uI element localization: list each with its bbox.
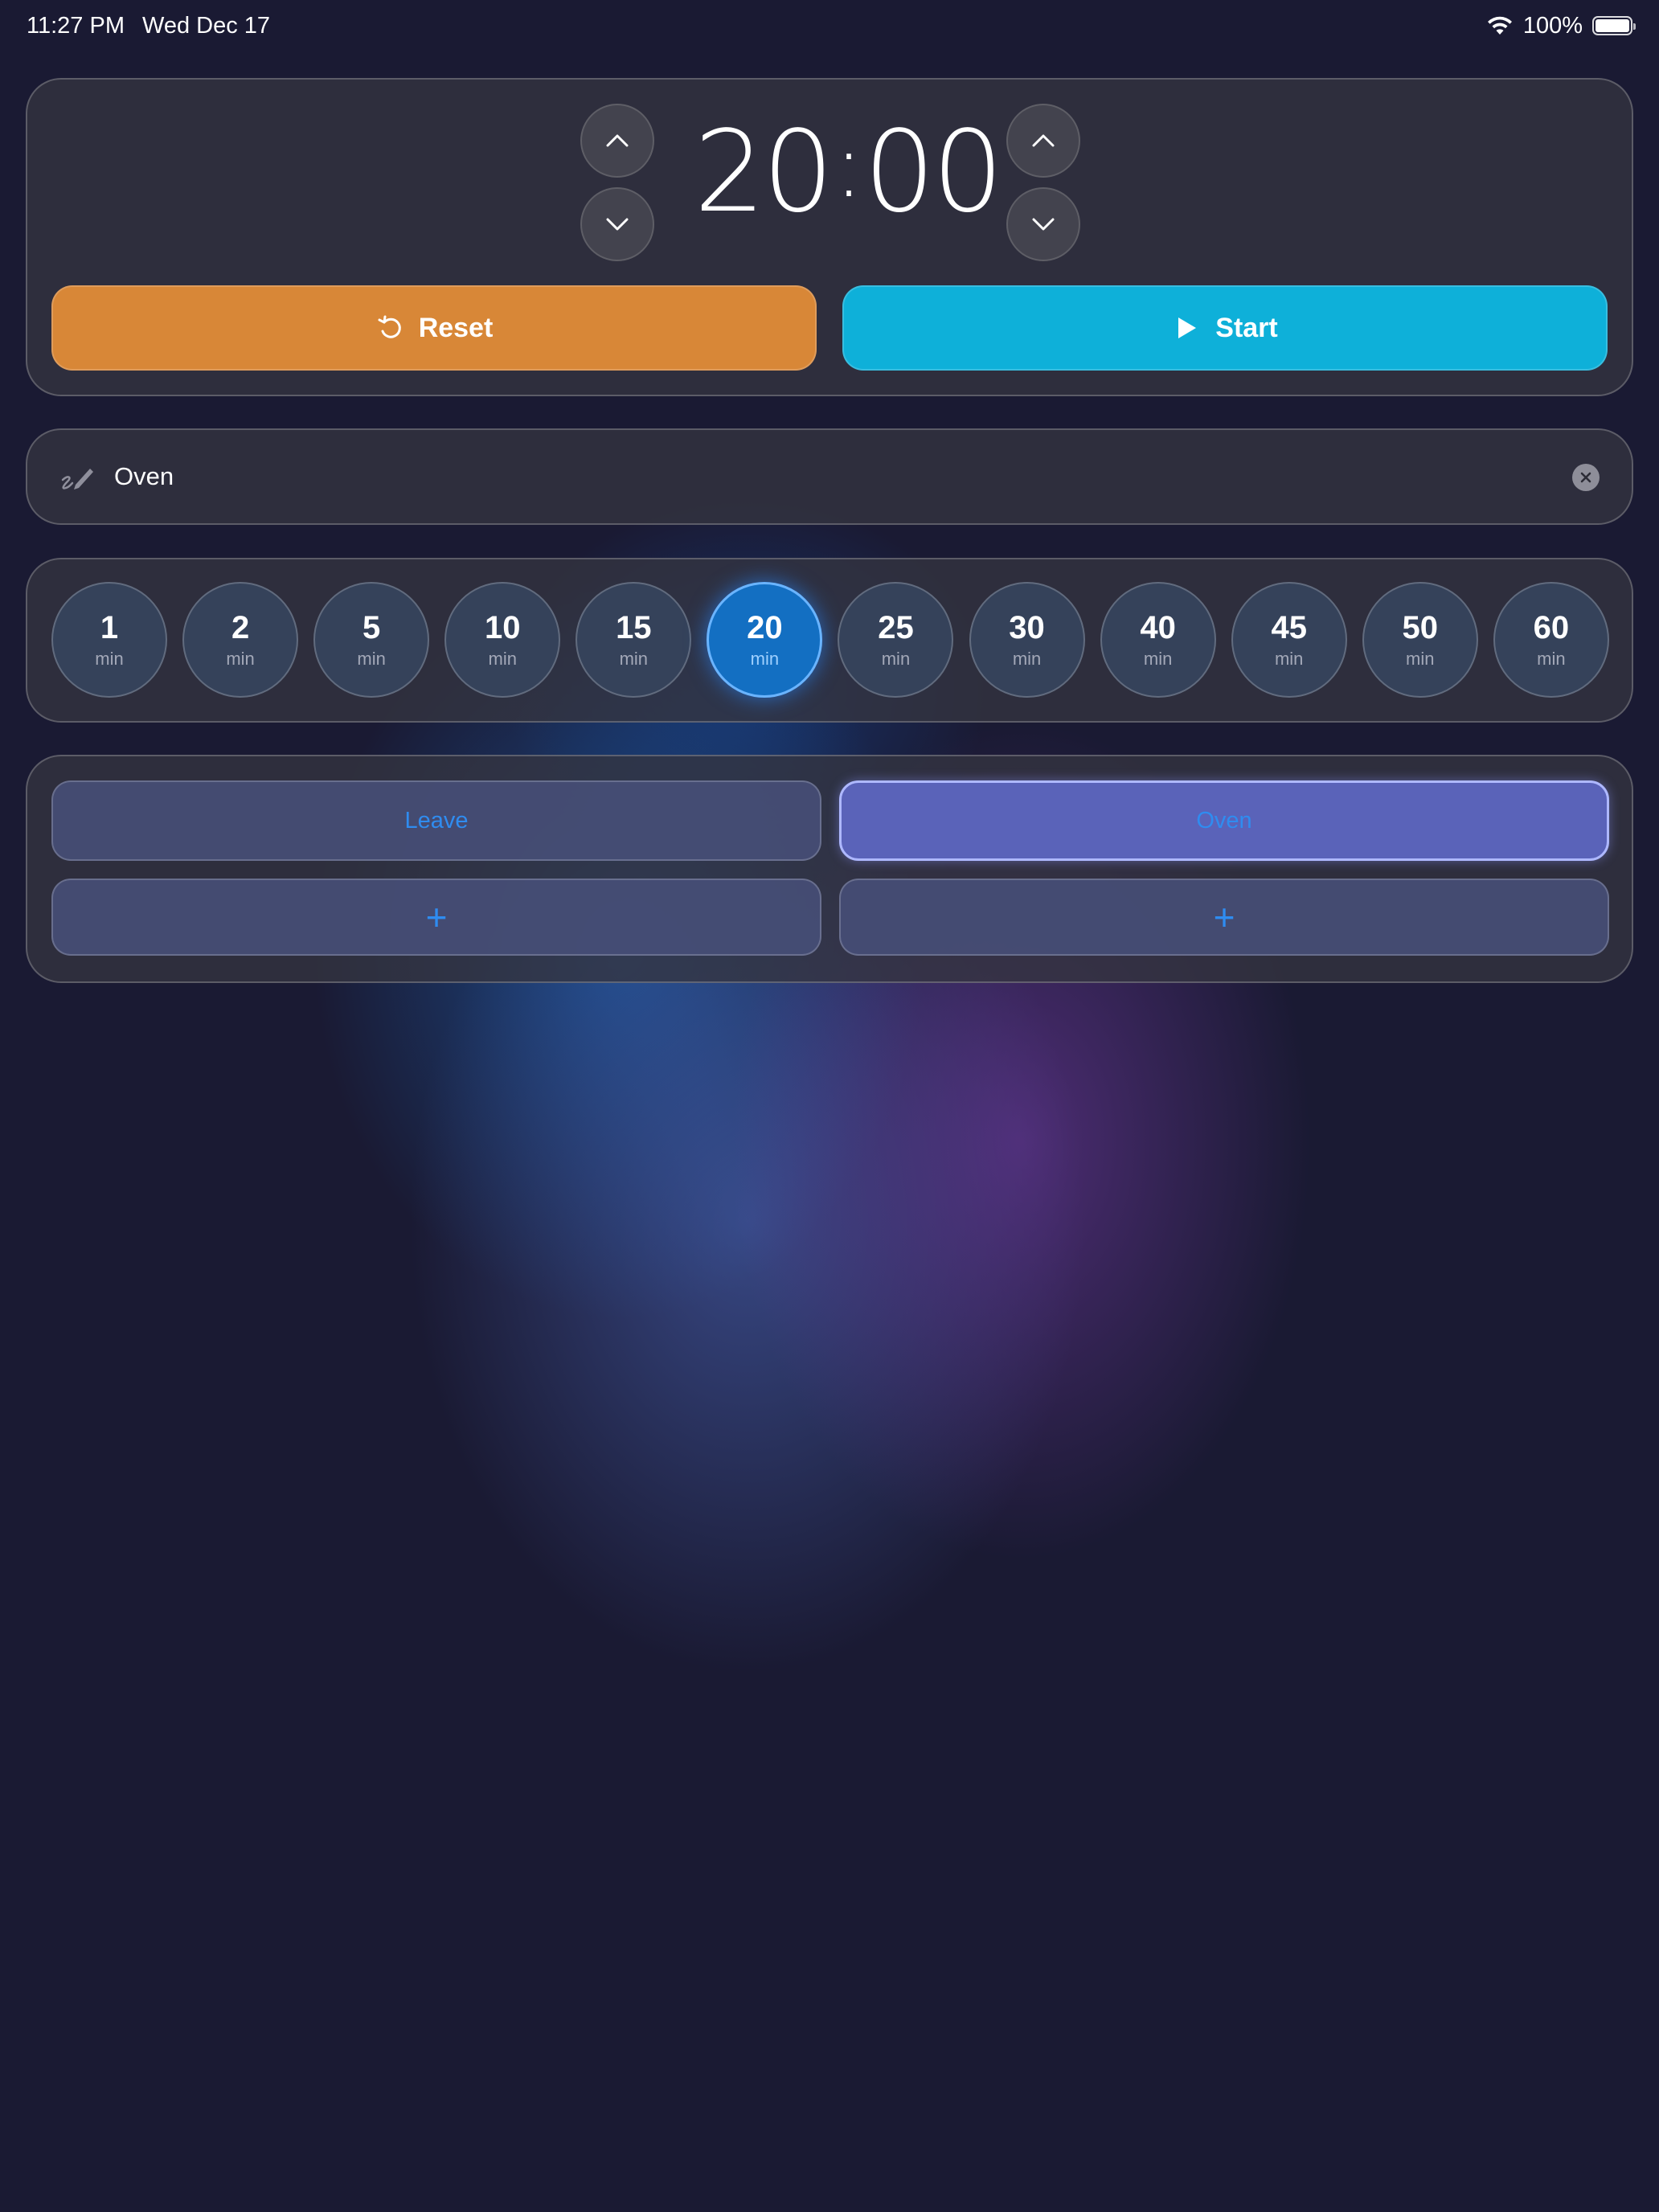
reset-label: Reset — [418, 312, 494, 343]
status-date: Wed Dec 17 — [141, 12, 271, 39]
start-button[interactable]: Start — [842, 285, 1608, 371]
status-left: 11:27 PM Wed Dec 17 — [27, 13, 270, 39]
preset-unit: min — [357, 649, 386, 669]
preset-5-min[interactable]: 5 min — [313, 582, 430, 698]
preset-40-min[interactable]: 40 min — [1100, 582, 1216, 698]
add-saved-timer-button[interactable]: + — [51, 879, 821, 956]
saved-timer-oven[interactable]: Oven — [839, 780, 1609, 861]
battery-percent: 100% — [1522, 12, 1583, 39]
saved-timers-card: Leave Oven + + — [26, 755, 1633, 983]
preset-30-min[interactable]: 30 min — [969, 582, 1085, 698]
preset-unit: min — [619, 649, 649, 669]
preset-50-min[interactable]: 50 min — [1362, 582, 1478, 698]
preset-unit: min — [1143, 649, 1173, 669]
preset-value: 5 — [363, 610, 381, 645]
timer-card: 20 : 00 Reset Start — [26, 78, 1633, 396]
chevron-up-icon — [1032, 134, 1055, 147]
time-seconds: 00 — [863, 106, 1004, 238]
preset-unit: min — [95, 649, 124, 669]
preset-unit: min — [488, 649, 517, 669]
preset-2-min[interactable]: 2 min — [182, 582, 299, 698]
preset-10-min[interactable]: 10 min — [444, 582, 561, 698]
status-bar: 11:27 PM Wed Dec 17 100% — [0, 0, 1659, 51]
chevron-down-icon — [606, 218, 629, 231]
preset-unit: min — [1537, 649, 1566, 669]
preset-unit: min — [881, 649, 911, 669]
preset-value: 40 — [1140, 610, 1176, 645]
counterclockwise-arrow-icon — [378, 315, 401, 338]
saved-timer-leave[interactable]: Leave — [51, 780, 821, 861]
preset-60-min[interactable]: 60 min — [1493, 582, 1609, 698]
preset-25-min[interactable]: 25 min — [838, 582, 954, 698]
preset-15-min[interactable]: 15 min — [576, 582, 692, 698]
time-minutes: 20 — [694, 106, 834, 238]
preset-unit: min — [1274, 649, 1304, 669]
status-right: 100% — [1486, 12, 1636, 39]
label-card — [26, 428, 1633, 525]
preset-1-min[interactable]: 1 min — [51, 582, 167, 698]
start-label: Start — [1215, 312, 1278, 343]
preset-value: 2 — [231, 610, 250, 645]
time-display: 20 : 00 — [686, 107, 1008, 238]
label-input[interactable] — [114, 454, 1561, 499]
battery-icon — [1592, 16, 1636, 35]
preset-45-min[interactable]: 45 min — [1231, 582, 1347, 698]
plus-icon: + — [1213, 896, 1235, 938]
preset-unit: min — [226, 649, 255, 669]
seconds-down-button[interactable] — [1006, 187, 1080, 261]
clear-circle-icon — [1580, 472, 1591, 483]
preset-row: 1 min 2 min 5 min 10 min 15 min 20 min 25 min 30 min 40 m… — [51, 582, 1609, 698]
minutes-up-button[interactable] — [580, 104, 654, 178]
presets-card: 1 min 2 min 5 min 10 min 15 min 20 min 25 min 30 min 40 m… — [26, 558, 1633, 723]
seconds-up-button[interactable] — [1006, 104, 1080, 178]
plus-icon: + — [425, 896, 448, 938]
preset-value: 45 — [1271, 610, 1307, 645]
minutes-down-button[interactable] — [580, 187, 654, 261]
preset-unit: min — [750, 649, 780, 669]
chevron-down-icon — [1032, 218, 1055, 231]
saved-timer-label: Oven — [1196, 807, 1252, 834]
add-saved-timer-button[interactable]: + — [839, 879, 1609, 956]
status-time: 11:27 PM — [27, 12, 125, 39]
preset-20-min[interactable]: 20 min — [707, 582, 823, 698]
preset-unit: min — [1406, 649, 1435, 669]
reset-button[interactable]: Reset — [51, 285, 817, 371]
preset-value: 30 — [1009, 610, 1045, 645]
time-separator: : — [834, 114, 863, 217]
preset-value: 25 — [878, 610, 914, 645]
battery-fill — [1596, 19, 1629, 32]
preset-value: 15 — [616, 610, 652, 645]
preset-value: 10 — [484, 610, 521, 645]
preset-value: 60 — [1533, 610, 1570, 645]
play-icon — [1178, 317, 1197, 338]
saved-timer-label: Leave — [404, 807, 469, 834]
preset-value: 1 — [100, 610, 119, 645]
pencil-scribble-icon — [61, 469, 93, 490]
clear-label-button[interactable] — [1572, 464, 1600, 491]
preset-value: 20 — [747, 610, 783, 645]
preset-value: 50 — [1402, 610, 1439, 645]
chevron-up-icon — [606, 134, 629, 147]
preset-unit: min — [1012, 649, 1042, 669]
wifi-icon — [1487, 16, 1512, 35]
